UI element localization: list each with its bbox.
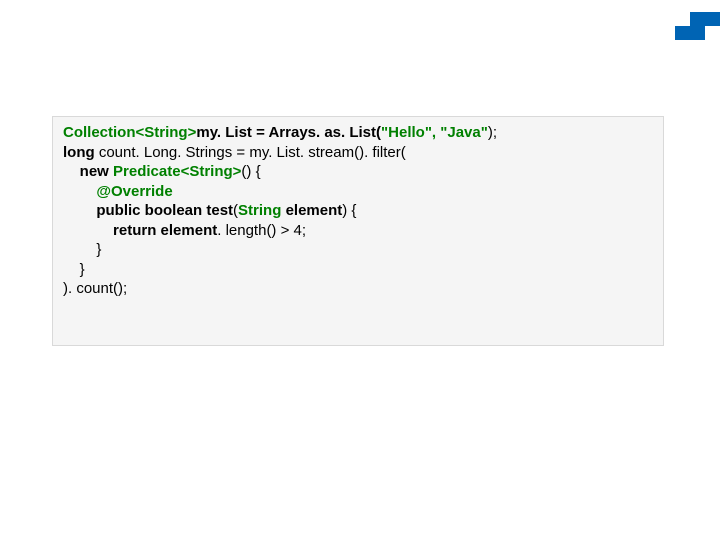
indent bbox=[63, 183, 96, 200]
indent bbox=[63, 202, 96, 219]
type-string: String bbox=[238, 202, 281, 219]
ident-element: element bbox=[161, 222, 218, 239]
code-line-3: new Predicate<String>() { bbox=[63, 162, 653, 182]
param-element: element bbox=[286, 202, 343, 219]
code-line-8: } bbox=[63, 260, 653, 280]
count-call: ). count(); bbox=[63, 280, 127, 297]
code-line-6: return element. length() > 4; bbox=[63, 221, 653, 241]
var-assign: my. List = Arrays. as. List( bbox=[196, 124, 381, 141]
annotation-override: @Override bbox=[96, 183, 172, 200]
code-line-9: ). count(); bbox=[63, 279, 653, 299]
type-predicate-string: Predicate<String> bbox=[113, 163, 241, 180]
kw-new: new bbox=[80, 163, 109, 180]
stmt-end: ); bbox=[488, 124, 497, 141]
anon-open: () { bbox=[241, 163, 260, 180]
code-block: Collection<String>my. List = Arrays. as.… bbox=[52, 116, 664, 346]
kw-return: return bbox=[113, 222, 156, 239]
brace-close: } bbox=[80, 261, 85, 278]
logo-bar-bottom bbox=[675, 26, 705, 40]
indent bbox=[63, 261, 80, 278]
length-expr: . length() > 4; bbox=[217, 222, 306, 239]
brace-close: } bbox=[96, 241, 101, 258]
indent bbox=[63, 241, 96, 258]
kw-long: long bbox=[63, 144, 95, 161]
brand-logo bbox=[678, 12, 720, 40]
method-open-brace: ) { bbox=[342, 202, 356, 219]
indent bbox=[63, 163, 80, 180]
code-line-1: Collection<String>my. List = Arrays. as.… bbox=[63, 123, 653, 143]
method-test: test bbox=[206, 202, 233, 219]
code-line-7: } bbox=[63, 240, 653, 260]
indent bbox=[63, 222, 113, 239]
code-line-2: long count. Long. Strings = my. List. st… bbox=[63, 143, 653, 163]
code-line-4: @Override bbox=[63, 182, 653, 202]
type-collection-string: Collection<String> bbox=[63, 124, 196, 141]
logo-bar-top bbox=[690, 12, 720, 26]
filter-call: count. Long. Strings = my. List. stream(… bbox=[95, 144, 406, 161]
code-line-5: public boolean test(String element) { bbox=[63, 201, 653, 221]
string-literals: "Hello", "Java" bbox=[381, 124, 488, 141]
kw-public-boolean: public boolean bbox=[96, 202, 202, 219]
